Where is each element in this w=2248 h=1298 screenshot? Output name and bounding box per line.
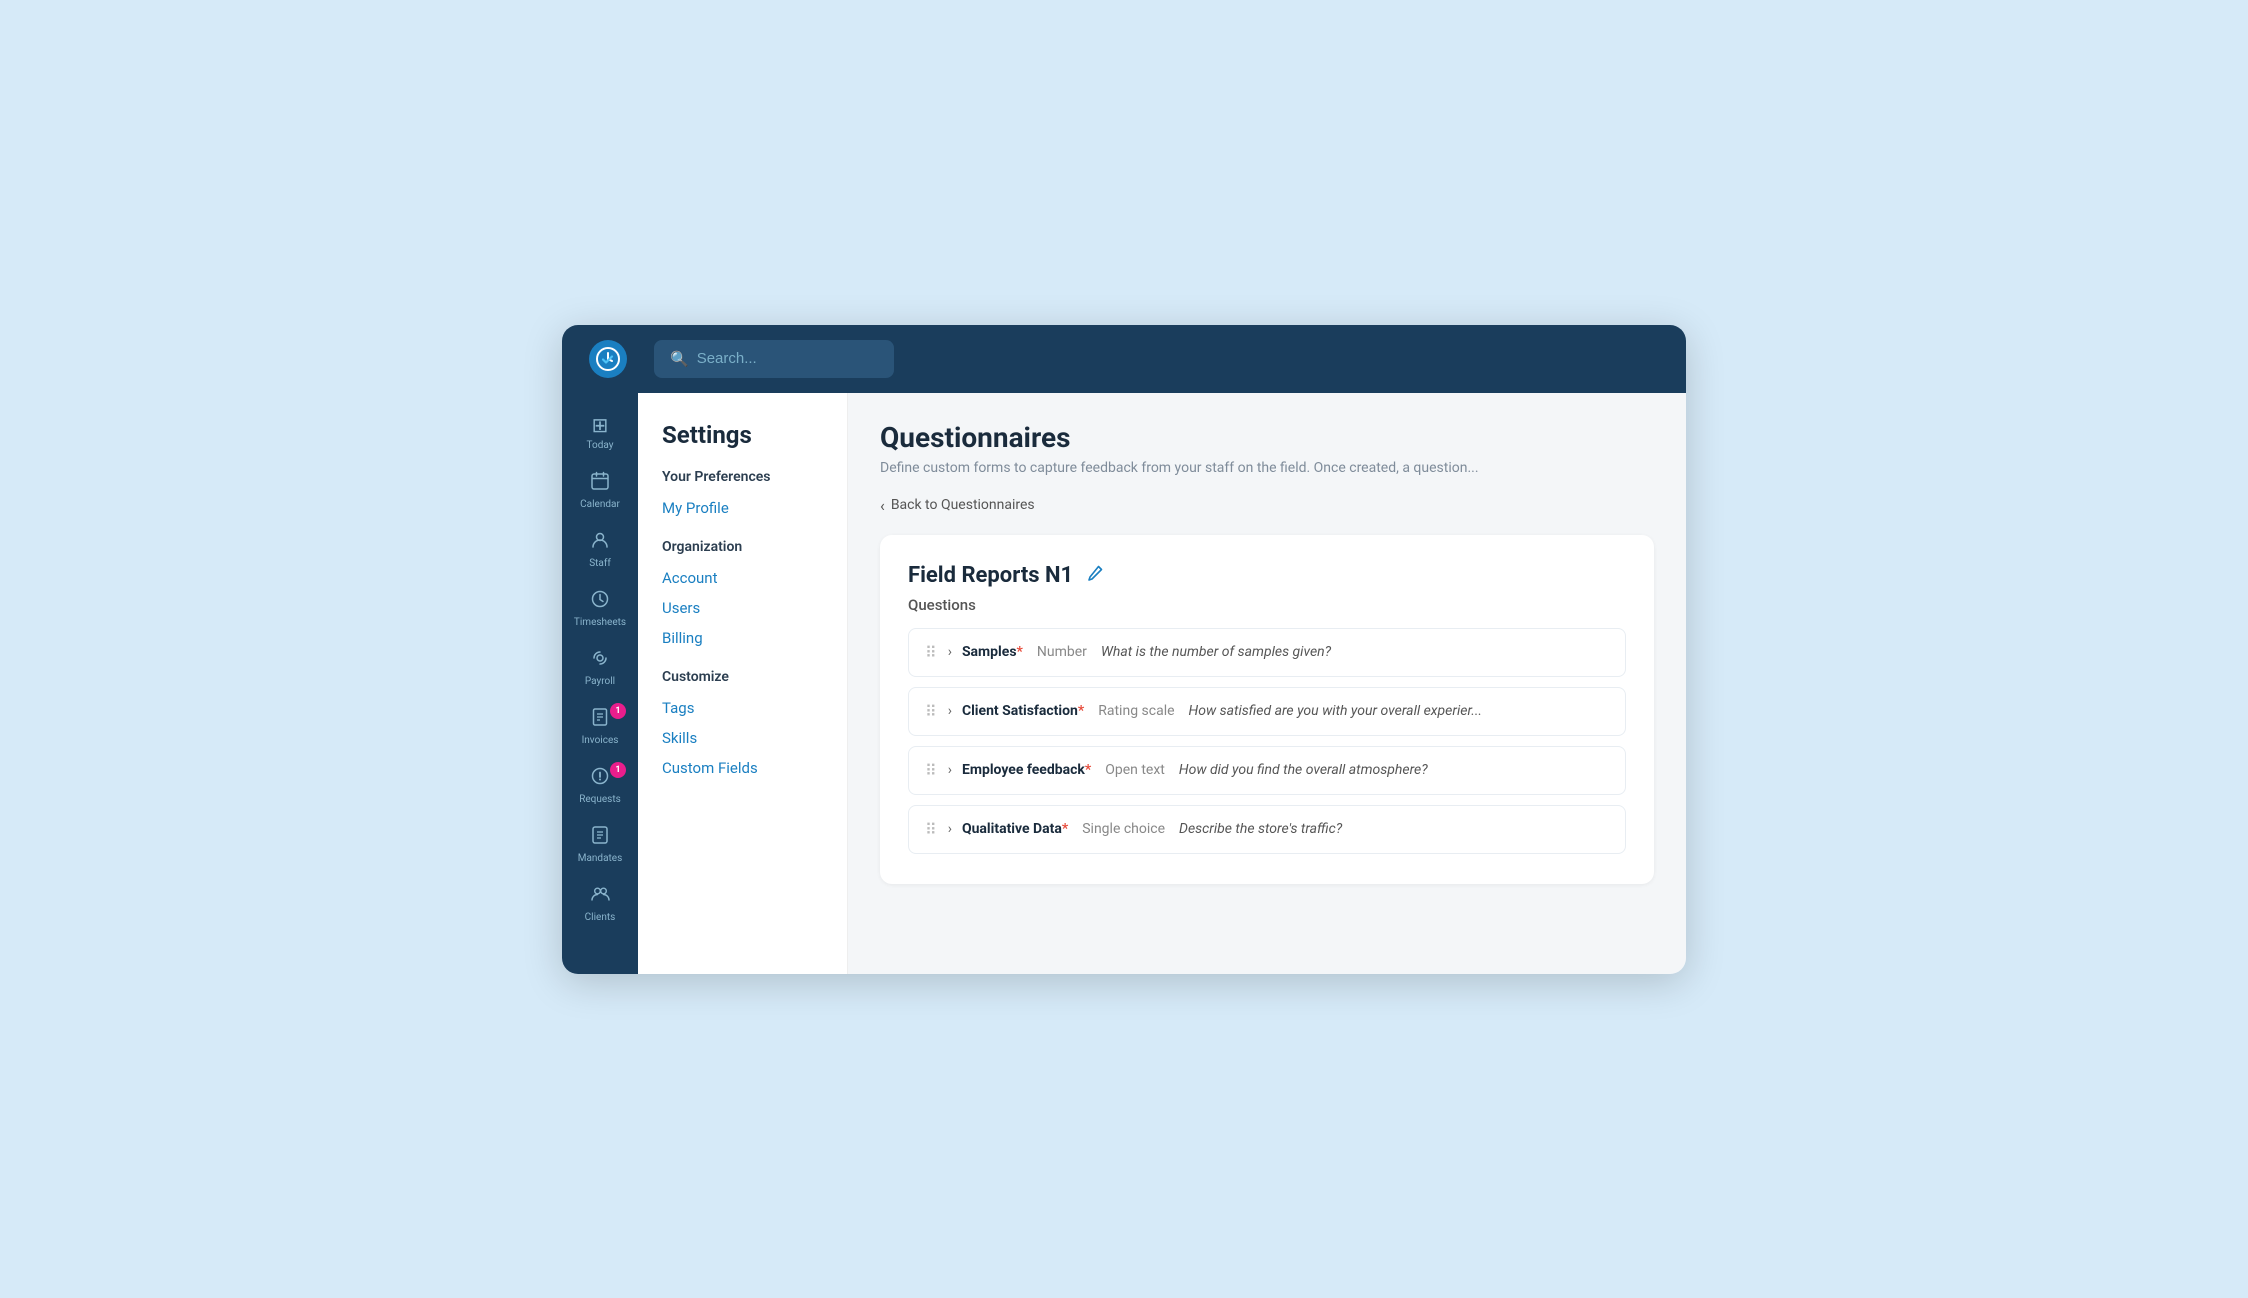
settings-item-my-profile[interactable]: My Profile <box>662 493 823 523</box>
questions-label: Questions <box>908 596 1626 614</box>
required-indicator: * <box>1085 762 1091 778</box>
question-row: ⠿ › Qualitative Data* Single choice Desc… <box>908 805 1626 854</box>
topbar: 🔍 <box>562 325 1686 393</box>
search-input[interactable] <box>697 350 878 367</box>
settings-item-account[interactable]: Account <box>662 563 823 593</box>
left-nav: ⊞ Today Calendar <box>562 393 638 974</box>
sidebar-label-clients: Clients <box>585 912 616 923</box>
drag-handle-icon[interactable]: ⠿ <box>925 702 938 721</box>
expand-chevron-icon[interactable]: › <box>948 703 952 719</box>
expand-chevron-icon[interactable]: › <box>948 644 952 660</box>
question-name: Client Satisfaction* <box>962 703 1084 719</box>
settings-item-tags[interactable]: Tags <box>662 693 823 723</box>
calendar-icon <box>590 471 610 496</box>
today-icon: ⊞ <box>592 413 609 437</box>
question-row: ⠿ › Samples* Number What is the number o… <box>908 628 1626 677</box>
back-link-label: Back to Questionnaires <box>891 497 1035 513</box>
question-name: Qualitative Data* <box>962 821 1068 837</box>
question-type: Rating scale <box>1098 703 1174 719</box>
settings-sidebar: Settings Your Preferences My Profile Org… <box>638 393 848 974</box>
sidebar-item-requests[interactable]: 1 Requests <box>568 758 632 813</box>
search-icon: 🔍 <box>670 350 689 368</box>
requests-icon <box>590 766 610 791</box>
section-header-preferences: Your Preferences <box>662 469 823 485</box>
page-title: Questionnaires <box>880 421 1654 454</box>
mandates-icon <box>590 825 610 850</box>
sidebar-item-staff[interactable]: Staff <box>568 522 632 577</box>
clients-icon <box>590 884 610 909</box>
question-name: Employee feedback* <box>962 762 1091 778</box>
card-title-row: Field Reports N1 <box>908 563 1626 588</box>
question-type: Single choice <box>1082 821 1165 837</box>
settings-item-users[interactable]: Users <box>662 593 823 623</box>
search-bar[interactable]: 🔍 <box>654 340 894 378</box>
question-text: Describe the store's traffic? <box>1179 821 1342 837</box>
sidebar-item-mandates[interactable]: Mandates <box>568 817 632 872</box>
sidebar-item-payroll[interactable]: Payroll <box>568 640 632 695</box>
back-chevron-icon: ‹ <box>880 496 885 515</box>
card-title: Field Reports N1 <box>908 563 1073 588</box>
question-text: What is the number of samples given? <box>1101 644 1331 660</box>
sidebar-label-today: Today <box>587 440 614 451</box>
invoices-icon <box>590 707 610 732</box>
question-type: Number <box>1037 644 1087 660</box>
question-row: ⠿ › Employee feedback* Open text How did… <box>908 746 1626 795</box>
section-header-customize: Customize <box>662 669 823 685</box>
questionnaire-card: Field Reports N1 Questions ⠿ › Samples* … <box>880 535 1654 884</box>
back-link[interactable]: ‹ Back to Questionnaires <box>880 496 1035 515</box>
question-name: Samples* <box>962 644 1023 660</box>
page-subtitle: Define custom forms to capture feedback … <box>880 460 1654 476</box>
drag-handle-icon[interactable]: ⠿ <box>925 820 938 839</box>
section-header-organization: Organization <box>662 539 823 555</box>
question-type: Open text <box>1105 762 1165 778</box>
sidebar-label-mandates: Mandates <box>578 853 623 864</box>
sidebar-label-invoices: Invoices <box>582 735 619 746</box>
sidebar-item-timesheets[interactable]: Timesheets <box>568 581 632 636</box>
requests-badge: 1 <box>610 762 626 778</box>
main-content: Questionnaires Define custom forms to ca… <box>848 393 1686 974</box>
question-text: How satisfied are you with your overall … <box>1189 703 1482 719</box>
staff-icon <box>590 530 610 555</box>
settings-item-custom-fields[interactable]: Custom Fields <box>662 753 823 783</box>
app-logo <box>589 340 627 378</box>
settings-title: Settings <box>662 421 823 449</box>
required-indicator: * <box>1062 821 1068 837</box>
invoices-badge: 1 <box>610 703 626 719</box>
app-window: 🔍 ⊞ Today Calendar <box>562 325 1686 974</box>
edit-icon[interactable] <box>1085 563 1105 588</box>
drag-handle-icon[interactable]: ⠿ <box>925 643 938 662</box>
settings-item-billing[interactable]: Billing <box>662 623 823 653</box>
sidebar-item-invoices[interactable]: 1 Invoices <box>568 699 632 754</box>
sidebar-item-today[interactable]: ⊞ Today <box>568 405 632 459</box>
question-row: ⠿ › Client Satisfaction* Rating scale Ho… <box>908 687 1626 736</box>
logo-area <box>578 340 638 378</box>
sidebar-label-payroll: Payroll <box>585 676 615 687</box>
sidebar-label-staff: Staff <box>589 558 611 569</box>
main-layout: ⊞ Today Calendar <box>562 393 1686 974</box>
question-text: How did you find the overall atmosphere? <box>1179 762 1428 778</box>
sidebar-item-clients[interactable]: Clients <box>568 876 632 931</box>
sidebar-label-requests: Requests <box>579 794 621 805</box>
sidebar-label-calendar: Calendar <box>580 499 620 510</box>
payroll-icon <box>590 648 610 673</box>
timesheets-icon <box>590 589 610 614</box>
settings-item-skills[interactable]: Skills <box>662 723 823 753</box>
expand-chevron-icon[interactable]: › <box>948 821 952 837</box>
sidebar-item-calendar[interactable]: Calendar <box>568 463 632 518</box>
drag-handle-icon[interactable]: ⠿ <box>925 761 938 780</box>
required-indicator: * <box>1017 644 1023 660</box>
expand-chevron-icon[interactable]: › <box>948 762 952 778</box>
questions-container: ⠿ › Samples* Number What is the number o… <box>908 628 1626 854</box>
sidebar-label-timesheets: Timesheets <box>574 617 626 628</box>
required-indicator: * <box>1078 703 1084 719</box>
